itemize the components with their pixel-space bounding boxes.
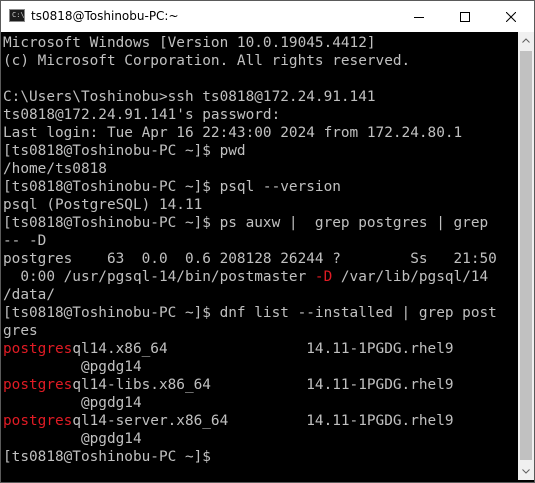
console-text: gres — [3, 323, 38, 339]
console-line: Last login: Tue Apr 16 22:43:00 2024 fro… — [3, 124, 497, 142]
console-line: @pgdg14 — [3, 358, 497, 376]
console-line: gres — [3, 322, 497, 340]
console-line: /data/ — [3, 286, 497, 304]
console-text: /data/ — [3, 287, 55, 303]
minimize-icon — [414, 16, 424, 18]
console-text: (c) Microsoft Corporation. All rights re… — [3, 53, 411, 69]
console-text: ts0818@172.24.91.141's password: — [3, 107, 281, 123]
console-line: [ts0818@Toshinobu-PC ~]$ psql --version — [3, 178, 497, 196]
console-line: @pgdg14 — [3, 394, 497, 412]
arrow-down-icon — [522, 469, 530, 474]
highlighted-match-text: postgres — [3, 413, 73, 429]
scroll-up-button[interactable] — [518, 32, 534, 49]
title-bar[interactable]: C:\ ts0818@Toshinobu-PC:~ — [1, 1, 534, 32]
console-text: /var/lib/pgsql/14 — [332, 269, 489, 285]
arrow-up-icon — [522, 38, 530, 43]
console-line: psql (PostgreSQL) 14.11 — [3, 196, 497, 214]
console-text: [ts0818@Toshinobu-PC ~]$ dnf list --inst… — [3, 305, 497, 321]
console-line: Microsoft Windows [Version 10.0.19045.44… — [3, 34, 497, 52]
console-text: 0:00 /usr/pgsql-14/bin/postmaster — [3, 269, 315, 285]
console-output[interactable]: Microsoft Windows [Version 10.0.19045.44… — [2, 32, 518, 480]
console-text: -- -D — [3, 233, 47, 249]
console-line: postgres 63 0.0 0.6 208128 26244 ? Ss 21… — [3, 250, 497, 268]
console-lines: Microsoft Windows [Version 10.0.19045.44… — [3, 34, 497, 466]
highlighted-match-text: -D — [314, 269, 333, 285]
console-text: @pgdg14 — [3, 359, 142, 375]
console-line: -- -D — [3, 232, 497, 250]
console-line: [ts0818@Toshinobu-PC ~]$ — [3, 448, 497, 466]
console-text: [ts0818@Toshinobu-PC ~]$ psql --version — [3, 179, 341, 195]
console-text: @pgdg14 — [3, 431, 142, 447]
minimize-button[interactable] — [396, 1, 442, 32]
console-text: ql14-server.x86_64 14.11-1PGDG.rhel9 — [72, 413, 454, 429]
app-icon-text: C:\ — [12, 11, 25, 19]
vertical-scrollbar[interactable] — [518, 32, 534, 480]
console-line: ts0818@172.24.91.141's password: — [3, 106, 497, 124]
console-text: ql14-libs.x86_64 14.11-1PGDG.rhel9 — [72, 377, 454, 393]
scroll-down-button[interactable] — [518, 463, 534, 480]
console-line: (c) Microsoft Corporation. All rights re… — [3, 52, 497, 70]
console-text: Last login: Tue Apr 16 22:43:00 2024 fro… — [3, 125, 463, 141]
console-text: /home/ts0818 — [3, 161, 107, 177]
console-line: 0:00 /usr/pgsql-14/bin/postmaster -D /va… — [3, 268, 497, 286]
console-line: /home/ts0818 — [3, 160, 497, 178]
console-line: postgresql14.x86_64 14.11-1PGDG.rhel9 — [3, 340, 497, 358]
maximize-button[interactable] — [442, 1, 488, 32]
console-text: [ts0818@Toshinobu-PC ~]$ ps auxw | grep … — [3, 215, 489, 231]
console-line: C:\Users\Toshinobu>ssh ts0818@172.24.91.… — [3, 88, 497, 106]
window-title: ts0818@Toshinobu-PC:~ — [31, 9, 179, 23]
highlighted-match-text: postgres — [3, 377, 73, 393]
close-button[interactable] — [488, 1, 534, 32]
terminal-window: C:\ ts0818@Toshinobu-PC:~ Microsoft Wind… — [0, 0, 535, 483]
maximize-icon — [460, 11, 470, 22]
console-line: postgresql14-server.x86_64 14.11-1PGDG.r… — [3, 412, 497, 430]
console-text: @pgdg14 — [3, 395, 142, 411]
console-line: [ts0818@Toshinobu-PC ~]$ dnf list --inst… — [3, 304, 497, 322]
cmd-app-icon[interactable]: C:\ — [9, 9, 25, 22]
console-text: C:\Users\Toshinobu>ssh ts0818@172.24.91.… — [3, 89, 376, 105]
console-text: psql (PostgreSQL) 14.11 — [3, 197, 203, 213]
close-icon — [506, 11, 516, 22]
console-text: Microsoft Windows [Version 10.0.19045.44… — [3, 35, 376, 51]
console-text: [ts0818@Toshinobu-PC ~]$ pwd — [3, 143, 246, 159]
console-line: @pgdg14 — [3, 430, 497, 448]
scrollbar-thumb[interactable] — [520, 51, 532, 460]
console-line: postgresql14-libs.x86_64 14.11-1PGDG.rhe… — [3, 376, 497, 394]
console-line: [ts0818@Toshinobu-PC ~]$ pwd — [3, 142, 497, 160]
console-text: [ts0818@Toshinobu-PC ~]$ — [3, 449, 211, 465]
console-text: ql14.x86_64 14.11-1PGDG.rhel9 — [72, 341, 454, 357]
console-text: postgres 63 0.0 0.6 208128 26244 ? Ss 21… — [3, 251, 497, 267]
console-line: [ts0818@Toshinobu-PC ~]$ ps auxw | grep … — [3, 214, 497, 232]
highlighted-match-text: postgres — [3, 341, 73, 357]
